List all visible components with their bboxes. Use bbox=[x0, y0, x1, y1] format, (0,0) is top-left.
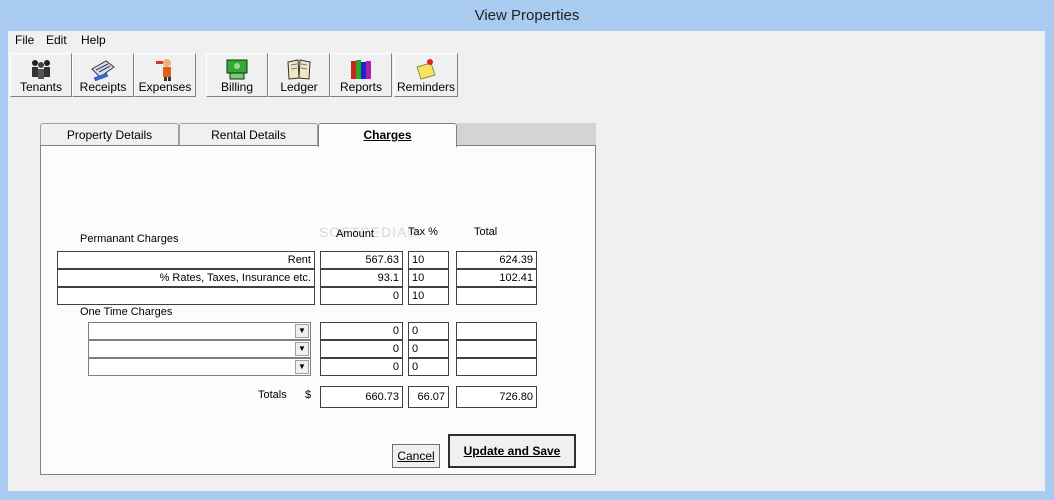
permanent-charge-amount[interactable]: 0 bbox=[320, 287, 403, 305]
chevron-down-icon[interactable]: ▼ bbox=[295, 360, 309, 374]
one-time-charge-select[interactable]: ▼ bbox=[88, 358, 311, 376]
expenses-label: Expenses bbox=[138, 80, 192, 94]
permanent-charge-desc[interactable] bbox=[57, 287, 315, 305]
cancel-button[interactable]: Cancel bbox=[392, 444, 440, 468]
permanent-charge-tax[interactable]: 10 bbox=[408, 269, 449, 287]
billing-label: Billing bbox=[220, 80, 253, 94]
tab-rental-details[interactable]: Rental Details bbox=[179, 123, 318, 145]
billing-button[interactable]: Billing bbox=[206, 53, 268, 97]
reports-label: Reports bbox=[339, 80, 383, 94]
permanent-charges-label: Permanant Charges bbox=[80, 233, 179, 245]
toolbar: Tenants Receipts Expenses Billing Ledger… bbox=[8, 51, 1045, 101]
one-time-charge-amount[interactable]: 0 bbox=[320, 358, 403, 376]
one-time-charges-label: One Time Charges bbox=[80, 306, 173, 318]
one-time-charge-total bbox=[456, 322, 537, 340]
receipts-icon bbox=[91, 60, 115, 81]
charges-tab-body: SOFTPEDIA® Permanant Charges Amount Tax … bbox=[40, 145, 596, 475]
one-time-charge-select[interactable]: ▼ bbox=[88, 322, 311, 340]
one-time-charge-tax[interactable]: 0 bbox=[408, 358, 449, 376]
menu-edit[interactable]: Edit bbox=[46, 33, 67, 47]
reminders-icon bbox=[416, 59, 436, 80]
billing-icon bbox=[226, 59, 248, 80]
reports-icon bbox=[351, 60, 371, 79]
one-time-charge-select[interactable]: ▼ bbox=[88, 340, 311, 358]
reminders-label: Reminders bbox=[396, 80, 456, 94]
window-title: View Properties bbox=[0, 0, 1054, 31]
menu-file[interactable]: File bbox=[15, 33, 34, 47]
one-time-charge-amount[interactable]: 0 bbox=[320, 322, 403, 340]
receipts-button[interactable]: Receipts bbox=[72, 53, 134, 97]
grand-total: 726.80 bbox=[456, 386, 537, 408]
tenants-icon bbox=[32, 60, 50, 79]
tab-charges[interactable]: Charges bbox=[318, 123, 457, 147]
property-tab-panel: Property Details Rental Details Charges … bbox=[40, 123, 596, 475]
reports-button[interactable]: Reports bbox=[330, 53, 392, 97]
permanent-charge-tax[interactable]: 10 bbox=[408, 251, 449, 269]
tenants-button[interactable]: Tenants bbox=[10, 53, 72, 97]
tab-strip-background bbox=[457, 123, 596, 145]
total-amount: 660.73 bbox=[320, 386, 403, 408]
reminders-button[interactable]: Reminders bbox=[394, 53, 458, 97]
total-column-header: Total bbox=[474, 226, 498, 238]
currency-symbol: $ bbox=[305, 389, 312, 401]
one-time-charge-total bbox=[456, 358, 537, 376]
permanent-charge-total: 624.39 bbox=[456, 251, 537, 269]
expenses-icon bbox=[156, 59, 171, 81]
tab-property-details[interactable]: Property Details bbox=[40, 123, 179, 145]
permanent-charge-amount[interactable]: 93.1 bbox=[320, 269, 403, 287]
ledger-button[interactable]: Ledger bbox=[268, 53, 330, 97]
one-time-charge-amount[interactable]: 0 bbox=[320, 340, 403, 358]
one-time-charge-tax[interactable]: 0 bbox=[408, 322, 449, 340]
update-and-save-button[interactable]: Update and Save bbox=[448, 434, 576, 468]
client-area: File Edit Help Tenants Receipts Expenses… bbox=[8, 31, 1045, 491]
expenses-button[interactable]: Expenses bbox=[134, 53, 196, 97]
chevron-down-icon[interactable]: ▼ bbox=[295, 342, 309, 356]
menu-bar: File Edit Help bbox=[8, 31, 1045, 51]
tenants-label: Tenants bbox=[19, 80, 63, 94]
permanent-charge-desc[interactable]: % Rates, Taxes, Insurance etc. bbox=[57, 269, 315, 287]
menu-help[interactable]: Help bbox=[81, 33, 106, 47]
ledger-icon bbox=[287, 59, 311, 80]
permanent-charge-tax[interactable]: 10 bbox=[408, 287, 449, 305]
permanent-charge-desc[interactable]: Rent bbox=[57, 251, 315, 269]
ledger-label: Ledger bbox=[280, 80, 318, 94]
chevron-down-icon[interactable]: ▼ bbox=[295, 324, 309, 338]
one-time-charge-total bbox=[456, 340, 537, 358]
totals-label: Totals bbox=[258, 389, 287, 401]
permanent-charge-amount[interactable]: 567.63 bbox=[320, 251, 403, 269]
total-tax: 66.07 bbox=[408, 386, 449, 408]
amount-column-header: Amount bbox=[336, 228, 374, 240]
permanent-charge-total bbox=[456, 287, 537, 305]
receipts-label: Receipts bbox=[79, 80, 127, 94]
one-time-charge-tax[interactable]: 0 bbox=[408, 340, 449, 358]
tax-column-header: Tax % bbox=[408, 226, 438, 238]
permanent-charge-total: 102.41 bbox=[456, 269, 537, 287]
